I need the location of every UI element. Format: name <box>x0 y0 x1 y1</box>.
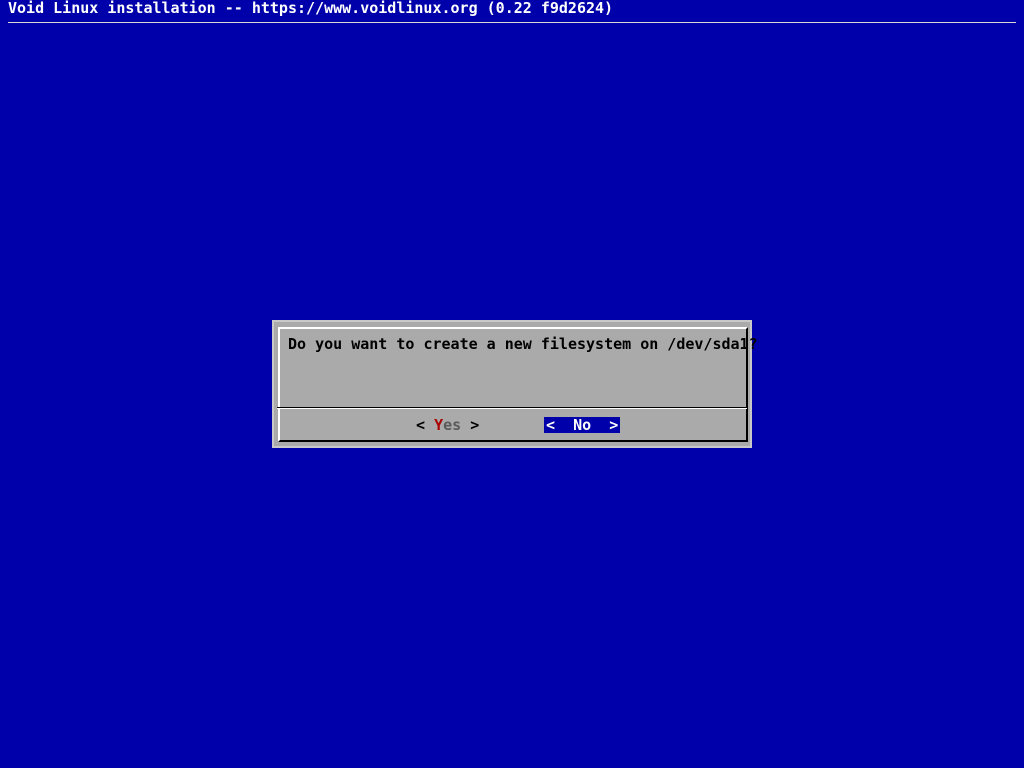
confirm-dialog: Do you want to create a new filesystem o… <box>272 320 758 448</box>
installer-screen: Void Linux installation -- https://www.v… <box>0 0 1024 768</box>
yes-label-rest: es <box>443 416 462 434</box>
backtitle: Void Linux installation -- https://www.v… <box>8 0 614 17</box>
yes-right-bracket: > <box>470 416 480 434</box>
no-button[interactable]: < No > <box>544 417 621 433</box>
dialog-buttons: < Yes > < No > <box>274 417 754 433</box>
yes-hotkey: Y <box>434 416 444 434</box>
yes-left-bracket: < <box>416 416 426 434</box>
yes-button[interactable]: < Yes > <box>416 417 479 433</box>
backtitle-rule <box>8 22 1016 23</box>
dialog-separator <box>277 407 747 409</box>
dialog-message: Do you want to create a new filesystem o… <box>288 335 758 353</box>
